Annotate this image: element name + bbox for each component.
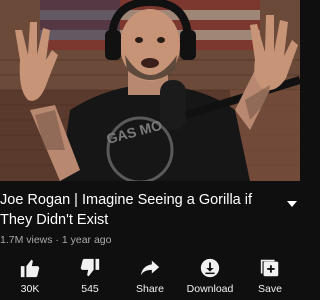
action-bar: 30K 545 Share Download Save — [0, 255, 300, 300]
download-icon — [200, 258, 220, 278]
share-icon — [140, 260, 160, 276]
share-label: Share — [135, 283, 165, 295]
video-frame: GAS MO — [0, 0, 300, 181]
thumbs-up-icon — [20, 259, 40, 278]
thumbs-down-icon — [80, 258, 100, 277]
video-meta: 1.7M views · 1 year ago — [0, 234, 112, 246]
download-button[interactable]: Download — [180, 255, 240, 300]
like-count: 30K — [20, 283, 40, 295]
like-button[interactable]: 30K — [0, 255, 60, 300]
dislike-count: 545 — [81, 283, 99, 295]
video-info: Joe Rogan | Imagine Seeing a Gorilla if … — [0, 181, 300, 300]
expand-description-icon[interactable] — [287, 201, 297, 207]
download-label: Download — [186, 283, 234, 295]
video-title[interactable]: Joe Rogan | Imagine Seeing a Gorilla if … — [0, 190, 282, 230]
dislike-button[interactable]: 545 — [60, 255, 120, 300]
save-playlist-icon — [260, 259, 279, 277]
save-label: Save — [258, 283, 282, 295]
share-button[interactable]: Share — [120, 255, 180, 300]
video-player[interactable]: GAS MO — [0, 0, 300, 181]
save-button[interactable]: Save — [240, 255, 300, 300]
